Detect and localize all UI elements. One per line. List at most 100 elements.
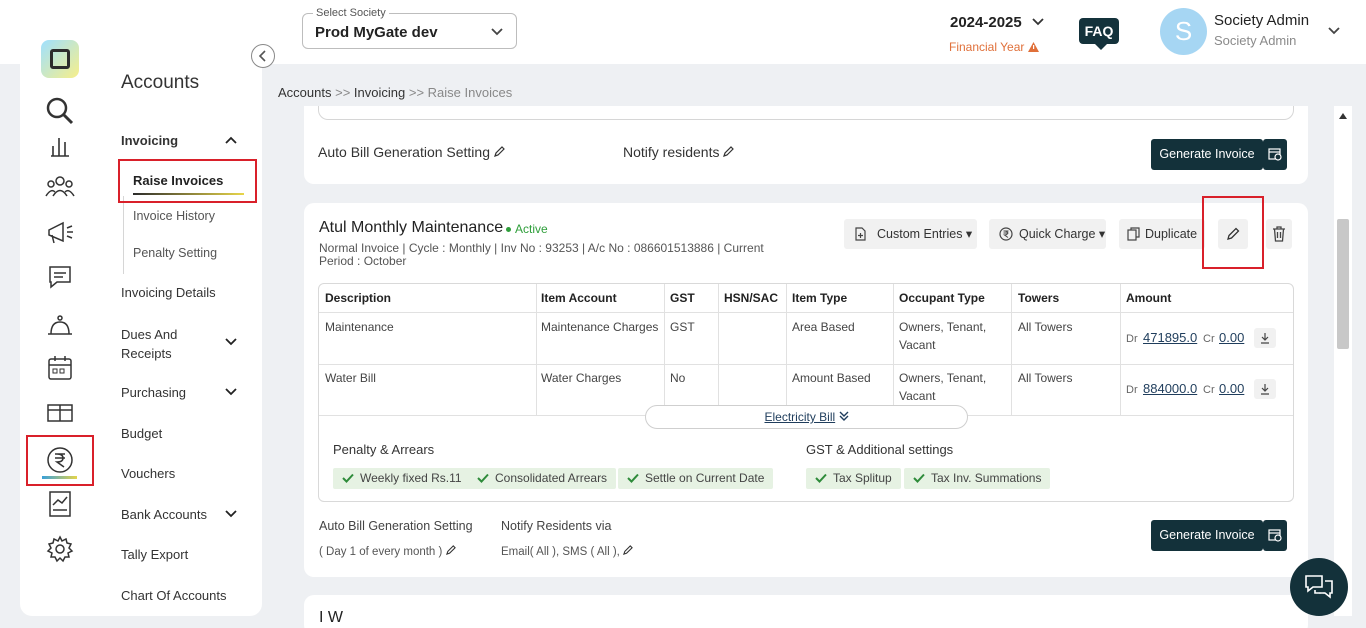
generate-invoice-button[interactable]: Generate Invoice <box>1151 520 1263 551</box>
col-header-towers: Towers <box>1018 291 1060 305</box>
gift-icon[interactable] <box>45 396 75 426</box>
cell-gst: No <box>670 371 686 385</box>
col-divider <box>786 284 787 415</box>
check-icon <box>627 473 639 483</box>
report-icon[interactable] <box>45 489 75 519</box>
sidebar-item-invoicing[interactable]: Invoicing <box>121 133 237 148</box>
col-divider <box>893 284 894 415</box>
breadcrumb-current: Raise Invoices <box>427 85 513 100</box>
scrollbar-thumb[interactable] <box>1337 219 1349 349</box>
megaphone-icon[interactable] <box>45 218 75 248</box>
gst-settings-title: GST & Additional settings <box>806 442 954 457</box>
notify-residents[interactable]: Notify residents <box>623 144 735 160</box>
sidebar-item-tally-export[interactable]: Tally Export <box>121 547 188 562</box>
scrollbar-track[interactable] <box>1334 106 1352 616</box>
chevron-down-icon <box>1032 18 1044 26</box>
sidebar-item-budget[interactable]: Budget <box>121 426 162 441</box>
search-icon[interactable] <box>45 96 75 126</box>
service-icon[interactable] <box>45 309 75 339</box>
chevron-down-icon[interactable] <box>1327 23 1341 39</box>
collapse-sidebar-button[interactable] <box>251 44 275 68</box>
cell-item-type: Area Based <box>792 320 855 334</box>
financial-year-value: 2024-2025 <box>950 14 1022 31</box>
sidebar-item-purchasing[interactable]: Purchasing <box>121 385 237 400</box>
notify-residents-value[interactable]: Email( All ), SMS ( All ), <box>501 545 633 558</box>
next-invoice-title: I W <box>319 609 343 626</box>
breadcrumb-accounts[interactable]: Accounts <box>278 85 331 100</box>
custom-entries-button[interactable]: Custom Entries ▾ <box>844 219 977 249</box>
invoice-card-previous: Auto Bill Generation Setting Notify resi… <box>304 106 1308 184</box>
society-select-label: Select Society <box>313 7 389 19</box>
chevron-down-icon <box>225 388 237 396</box>
show-more-items-button[interactable]: Electricity Bill <box>645 405 968 429</box>
delete-button[interactable] <box>1266 219 1292 249</box>
scroll-up-arrow-icon[interactable] <box>1339 113 1347 119</box>
penalty-arrears-title: Penalty & Arrears <box>333 442 435 457</box>
gst-chip: Tax Splitup <box>806 468 901 489</box>
app-logo[interactable] <box>41 40 79 78</box>
sidebar-item-penalty-setting[interactable]: Penalty Setting <box>133 246 217 260</box>
chat-support-button[interactable] <box>1290 558 1348 616</box>
financial-year-label: Financial Year <box>949 40 1039 54</box>
pencil-icon[interactable] <box>723 146 735 157</box>
calendar-clock-icon <box>1268 148 1282 161</box>
cell-description: Maintenance <box>325 320 394 334</box>
sidebar-item-bank-accounts[interactable]: Bank Accounts <box>121 507 237 522</box>
settings-icon[interactable] <box>45 534 75 564</box>
credit-label: Cr <box>1203 384 1215 396</box>
people-icon[interactable] <box>45 172 75 202</box>
auto-bill-value[interactable]: ( Day 1 of every month ) <box>319 545 456 558</box>
breadcrumb: Accounts >> Invoicing >> Raise Invoices <box>278 85 513 100</box>
financial-year-select[interactable]: 2024-2025 <box>950 14 1044 31</box>
sidebar-title: Accounts <box>121 72 200 93</box>
debit-amount[interactable]: 471895.0 <box>1143 330 1197 345</box>
pencil-icon[interactable] <box>493 146 505 157</box>
sidebar-item-invoice-history[interactable]: Invoice History <box>133 209 215 223</box>
penalty-chip: Settle on Current Date <box>618 468 774 489</box>
auto-bill-setting[interactable]: Auto Bill Generation Setting <box>318 144 505 160</box>
invoice-card-next: I W <box>304 595 1308 628</box>
col-divider <box>664 284 665 415</box>
double-chevron-down-icon <box>839 411 849 421</box>
gst-chip: Tax Inv. Summations <box>904 468 1051 489</box>
download-button[interactable] <box>1254 379 1276 399</box>
chevron-up-icon <box>225 136 237 144</box>
credit-amount[interactable]: 0.00 <box>1219 330 1244 345</box>
chat-icon[interactable] <box>45 262 75 292</box>
breadcrumb-invoicing[interactable]: Invoicing <box>354 85 405 100</box>
avatar[interactable]: S <box>1160 8 1207 55</box>
chevron-down-icon <box>225 510 237 518</box>
warning-icon <box>1027 42 1039 52</box>
debit-amount[interactable]: 884000.0 <box>1143 381 1197 396</box>
card-inner-border <box>318 106 1294 120</box>
pencil-icon[interactable] <box>623 545 633 555</box>
credit-label: Cr <box>1203 333 1215 345</box>
rail-highlight <box>26 435 94 486</box>
schedule-button[interactable] <box>1263 520 1287 551</box>
cell-item-account: Maintenance Charges <box>541 320 659 334</box>
quick-charge-button[interactable]: Quick Charge ▾ <box>989 219 1106 249</box>
cell-description: Water Bill <box>325 371 376 385</box>
sidebar-item-raise-invoices[interactable]: Raise Invoices <box>118 159 257 203</box>
row-divider <box>319 312 1293 313</box>
generate-invoice-button[interactable]: Generate Invoice <box>1151 139 1263 170</box>
sidebar-item-vouchers[interactable]: Vouchers <box>121 466 175 481</box>
chart-bar-icon[interactable] <box>45 130 75 160</box>
faq-button[interactable]: FAQ <box>1079 18 1119 50</box>
auto-bill-label: Auto Bill Generation Setting <box>319 519 473 533</box>
calendar-icon[interactable] <box>45 353 75 383</box>
duplicate-button[interactable]: Duplicate <box>1119 219 1205 249</box>
sidebar-item-dues-receipts[interactable]: Dues And Receipts <box>121 325 237 363</box>
cell-towers: All Towers <box>1018 371 1073 385</box>
sidebar-item-invoicing-details[interactable]: Invoicing Details <box>121 285 216 300</box>
sidebar-item-chart-of-accounts[interactable]: Chart Of Accounts <box>121 588 227 603</box>
check-icon <box>477 473 489 483</box>
credit-amount[interactable]: 0.00 <box>1219 381 1244 396</box>
charges-table: Description Item Account GST HSN/SAC Ite… <box>318 283 1294 502</box>
download-button[interactable] <box>1254 328 1276 348</box>
society-select[interactable]: Select Society Prod MyGate dev <box>302 7 517 49</box>
col-header-item-account: Item Account <box>541 291 617 305</box>
schedule-button[interactable] <box>1263 139 1287 170</box>
pencil-icon[interactable] <box>445 545 456 555</box>
download-icon <box>1261 384 1269 395</box>
